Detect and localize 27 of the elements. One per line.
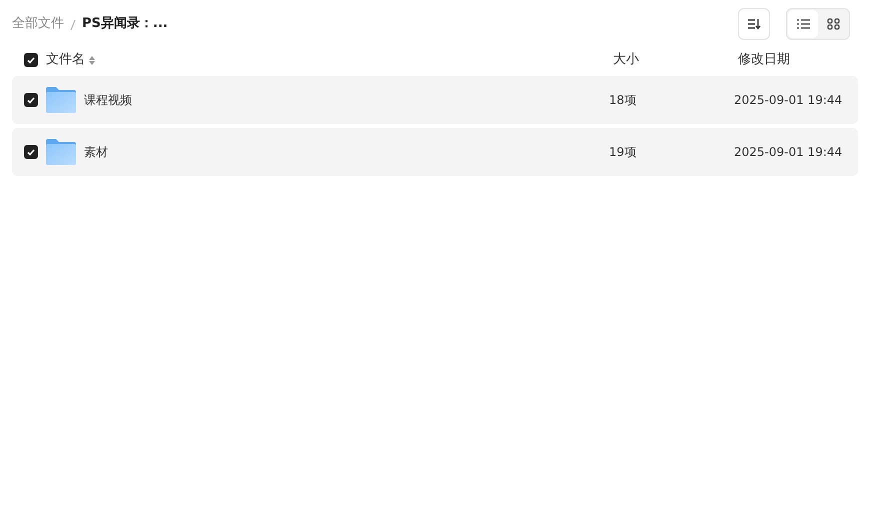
- breadcrumb-item: PS异闻录：...: [82, 15, 168, 34]
- file-name: 素材: [84, 144, 108, 161]
- sort-button[interactable]: [738, 8, 770, 40]
- item-count: 19项: [609, 145, 636, 159]
- item-count: 18项: [609, 93, 636, 107]
- modified-date: 2025-09-01 19:44: [734, 145, 842, 159]
- checkbox[interactable]: [24, 53, 38, 67]
- file-name: 课程视频: [84, 92, 132, 109]
- sort-icon[interactable]: [89, 56, 95, 64]
- check-icon: [27, 56, 35, 64]
- list-view-button[interactable]: [788, 10, 818, 38]
- check-icon: [27, 96, 35, 104]
- checkbox[interactable]: [24, 145, 38, 159]
- column-header: 修改日期: [737, 52, 790, 68]
- column-header[interactable]: 文件名: [46, 50, 85, 70]
- check-icon: [27, 148, 35, 156]
- checkbox[interactable]: [24, 93, 38, 107]
- folder-icon: [46, 87, 76, 113]
- modified-date: 2025-09-01 19:44: [734, 93, 842, 107]
- file-row[interactable]: 素材 19项 2025-09-01 19:44: [12, 128, 858, 176]
- column-header: 大小: [612, 52, 639, 68]
- breadcrumb-item[interactable]: 全部文件: [12, 14, 64, 34]
- file-row[interactable]: 课程视频 18项 2025-09-01 19:44: [12, 76, 858, 124]
- grid-icon: [826, 18, 840, 30]
- sort-icon: [747, 18, 761, 30]
- folder-icon: [46, 139, 76, 165]
- list-icon: [796, 19, 810, 29]
